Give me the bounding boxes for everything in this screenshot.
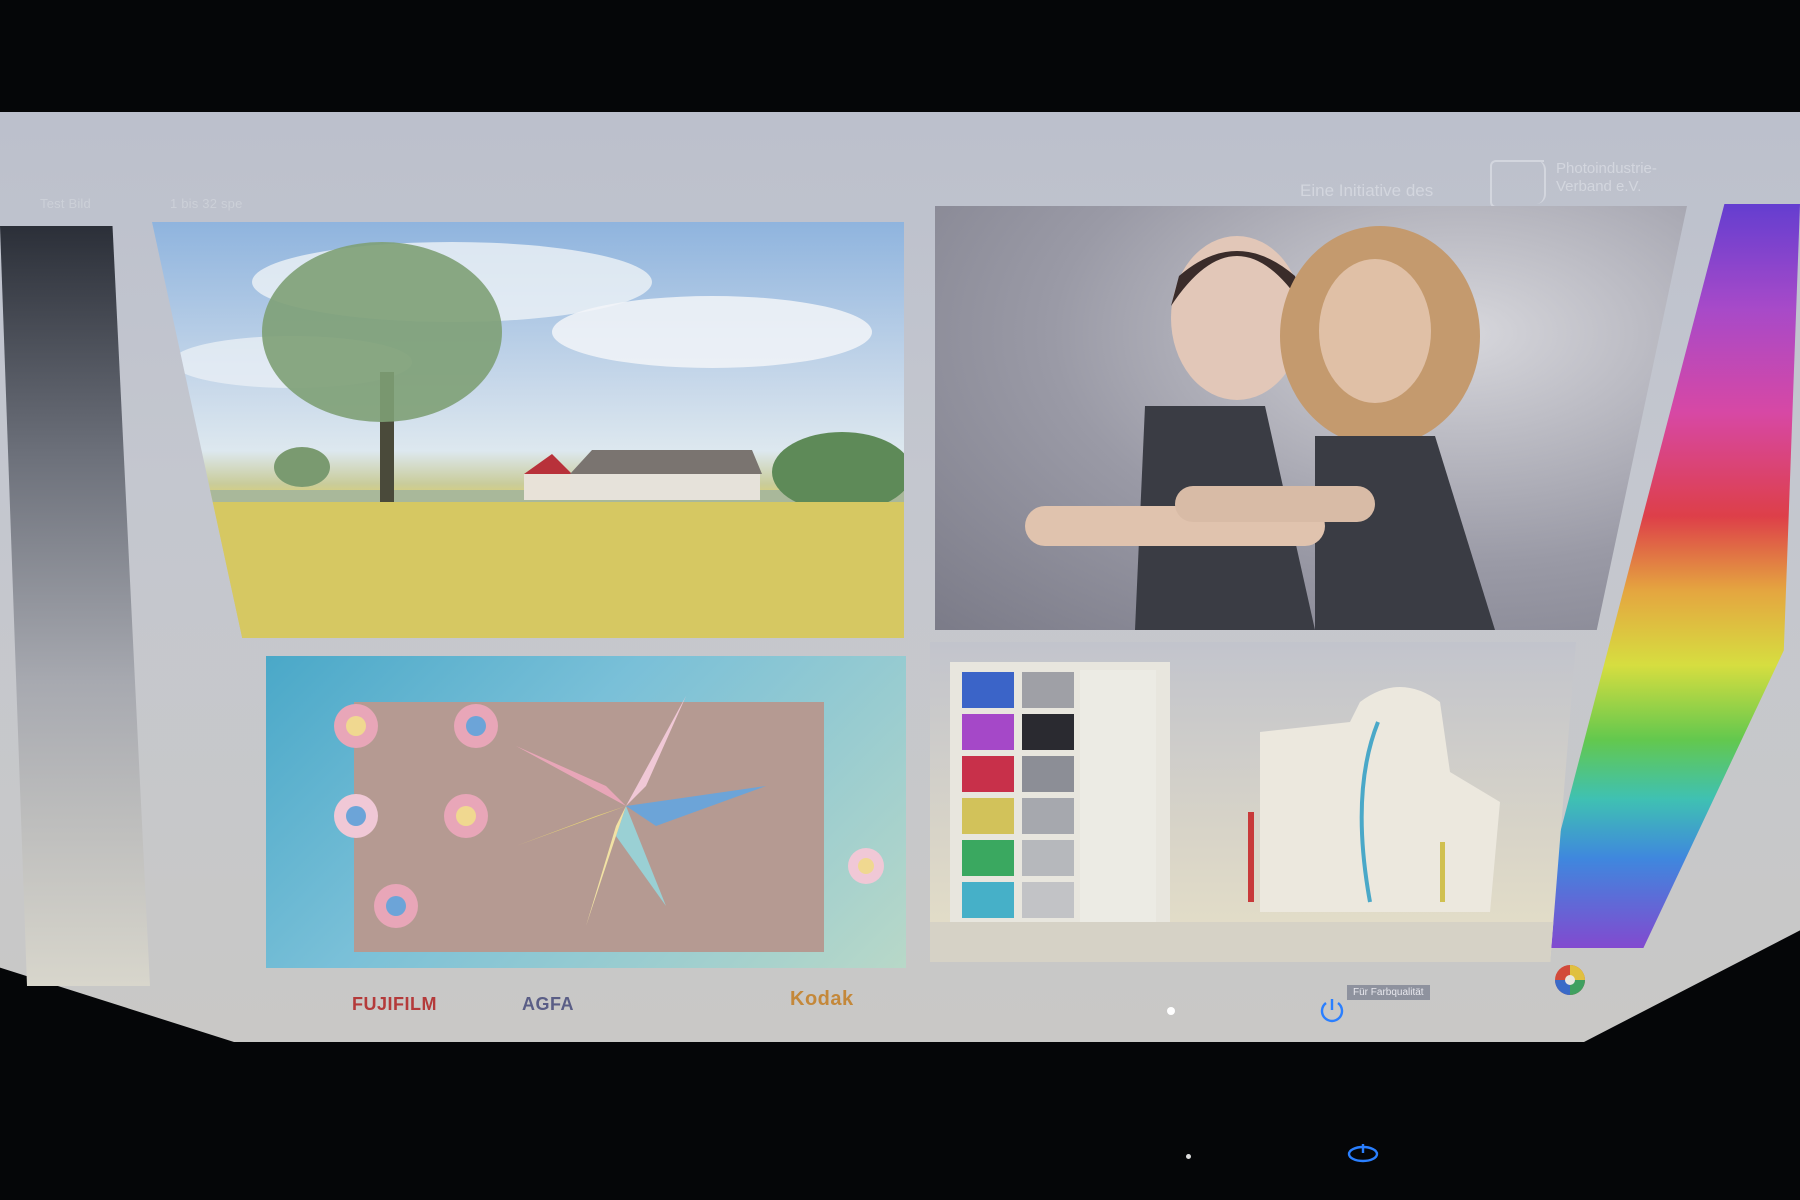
- logo-line-2: Verband e.V.: [1556, 178, 1642, 195]
- association-logo-text: Photoindustrie- Verband e.V.: [1556, 160, 1657, 196]
- association-logo-icon-part: [1518, 160, 1546, 204]
- gray-swatch: [1022, 798, 1074, 834]
- color-swatch: [962, 798, 1014, 834]
- gray-swatch: [1022, 840, 1074, 876]
- kodak-logo: Kodak: [790, 988, 854, 1010]
- status-dot: [1167, 1007, 1175, 1015]
- initiative-text: Eine Initiative des: [1300, 181, 1434, 200]
- bezel-indicator-dot: [1186, 1154, 1191, 1159]
- color-wheel-icon: [1555, 965, 1585, 995]
- landscape-illustration: [152, 242, 904, 638]
- gray-swatch: [1022, 882, 1074, 918]
- quality-label: Für Farbqualität: [1347, 985, 1430, 1000]
- fujifilm-logo: FUJIFILM: [352, 994, 437, 1014]
- agfa-logo: AGFA: [522, 994, 575, 1014]
- color-chart-photo: [930, 642, 1576, 962]
- portrait-illustration: [1025, 226, 1495, 630]
- power-icon[interactable]: [1318, 996, 1346, 1024]
- color-swatch: [962, 672, 1014, 708]
- color-swatch: [962, 756, 1014, 792]
- power-led-icon[interactable]: [1346, 1142, 1380, 1164]
- color-swatch: [962, 882, 1014, 918]
- portrait-photo: [935, 206, 1687, 630]
- pinwheel-illustration: [334, 696, 884, 952]
- pinwheel-photo: [266, 656, 906, 968]
- gray-swatch: [1022, 714, 1074, 750]
- header-left-text-1: Test Bild: [40, 196, 91, 211]
- gray-swatch: [1022, 672, 1074, 708]
- gray-swatch: [1022, 756, 1074, 792]
- logo-line-1: Photoindustrie-: [1556, 160, 1657, 177]
- color-swatch: [962, 840, 1014, 876]
- header-left-text-2: 1 bis 32 spe: [170, 196, 243, 211]
- color-chart-illustration: [930, 662, 1576, 962]
- landscape-photo: [152, 222, 904, 638]
- color-swatch: [962, 714, 1014, 750]
